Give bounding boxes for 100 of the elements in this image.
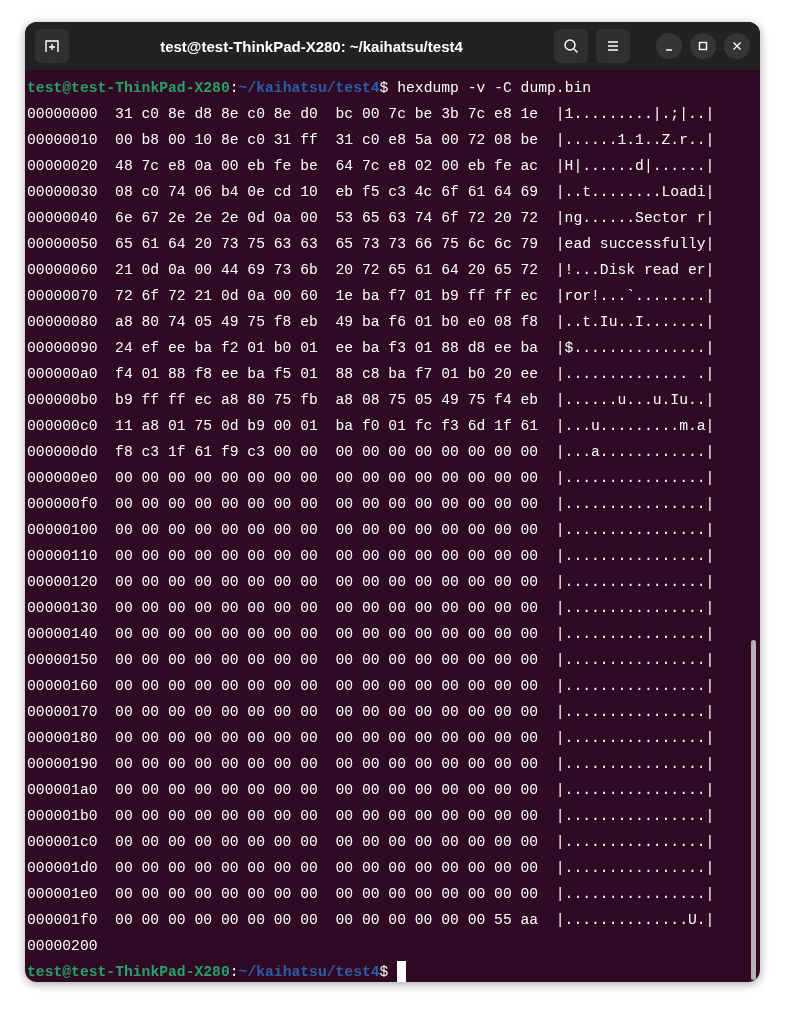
hex-offset: 00000140: [27, 625, 98, 644]
new-tab-button[interactable]: [35, 29, 69, 63]
hex-offset: 000001d0: [27, 859, 98, 878]
hex-bytes: 00 00 00 00 00 00 00 00: [335, 885, 539, 904]
ascii-column: |................|: [555, 751, 715, 777]
hex-offset: 000000a0: [27, 365, 98, 384]
hex-bytes: 00 00 00 00 00 00 00 00: [115, 469, 318, 488]
hex-bytes: ba f0 01 fc f3 6d 1f 61: [335, 417, 539, 436]
hex-bytes: 00 00 00 00 00 00 00 00: [115, 651, 318, 670]
hex-bytes: 6e 67 2e 2e 2e 0d 0a 00: [115, 209, 318, 228]
prompt-symbol: $: [379, 79, 389, 98]
hex-offset: 00000040: [27, 209, 98, 228]
hex-bytes: 08 c0 74 06 b4 0e cd 10: [115, 183, 318, 202]
hex-bytes: 00 00 00 00 00 00 00 00: [115, 547, 318, 566]
hex-bytes: 00 00 00 00 00 00 00 00: [115, 703, 318, 722]
hex-offset: 00000190: [27, 755, 98, 774]
ascii-column: |ror!...`........|: [555, 283, 715, 309]
ascii-column: |H|......d|......|: [555, 153, 715, 179]
prompt-symbol: $: [379, 963, 389, 982]
hex-bytes: 00 00 00 00 00 00 00 00: [115, 859, 318, 878]
window-title: test@test-ThinkPad-X280: ~/kaihatsu/test4: [159, 37, 464, 55]
scrollbar[interactable]: [751, 640, 756, 980]
hex-offset: 00000050: [27, 235, 98, 254]
ascii-column: |...u.........m.a|: [555, 413, 715, 439]
hex-bytes: 00 00 00 00 00 00 00 00: [335, 703, 539, 722]
hex-bytes: 00 00 00 00 00 00 00 00: [115, 807, 318, 826]
hex-bytes: bc 00 7c be 3b 7c e8 1e: [335, 105, 539, 124]
hex-bytes: 00 00 00 00 00 00 00 00: [115, 755, 318, 774]
hex-bytes: 21 0d 0a 00 44 69 73 6b: [115, 261, 318, 280]
hex-offset: 000001b0: [27, 807, 98, 826]
hex-bytes: 00 00 00 00 00 00 00 00: [335, 755, 539, 774]
hex-bytes: a8 80 74 05 49 75 f8 eb: [115, 313, 318, 332]
hex-offset: 00000030: [27, 183, 98, 202]
hex-bytes: 00 00 00 00 00 00 00 00: [115, 625, 318, 644]
maximize-button[interactable]: [690, 33, 716, 59]
hex-offset: 00000180: [27, 729, 98, 748]
hex-offset: 00000010: [27, 131, 98, 150]
hex-bytes: 48 7c e8 0a 00 eb fe be: [115, 157, 318, 176]
ascii-column: |................|: [555, 673, 715, 699]
hex-bytes: 00 00 00 00 00 00 00 00: [335, 859, 539, 878]
ascii-column: |................|: [555, 517, 715, 543]
hex-bytes: 00 00 00 00 00 00 00 00: [115, 521, 318, 540]
prompt-user-host: test@test-ThinkPad-X280: [27, 963, 230, 982]
hex-bytes: ee ba f3 01 88 d8 ee ba: [335, 339, 539, 358]
hex-offset: 00000160: [27, 677, 98, 696]
minimize-icon: [665, 49, 673, 51]
hex-offset: 000000f0: [27, 495, 98, 514]
hex-bytes: 00 00 00 00 00 00 00 00: [115, 677, 318, 696]
output-text: 00000200: [27, 937, 98, 956]
prompt-path: ~/kaihatsu/test4: [238, 963, 380, 982]
ascii-column: |......1.1..Z.r..|: [555, 127, 715, 153]
hex-bytes: 00 00 00 00 00 00 00 00: [115, 599, 318, 618]
ascii-column: |................|: [555, 777, 715, 803]
hex-bytes: 00 00 00 00 00 00 00 00: [335, 469, 539, 488]
ascii-column: |................|: [555, 621, 715, 647]
ascii-column: |................|: [555, 699, 715, 725]
hex-bytes: 00 00 00 00 00 00 00 00: [115, 885, 318, 904]
hex-bytes: f8 c3 1f 61 f9 c3 00 00: [115, 443, 318, 462]
hex-bytes: 00 00 00 00 00 00 00 00: [335, 495, 539, 514]
ascii-column: |..t........Loadi|: [555, 179, 715, 205]
hex-bytes: 65 61 64 20 73 75 63 63: [115, 235, 318, 254]
ascii-column: |.............. .|: [555, 361, 715, 387]
menu-button[interactable]: [596, 29, 630, 63]
hex-bytes: 20 72 65 61 64 20 65 72: [335, 261, 539, 280]
hex-bytes: 53 65 63 74 6f 72 20 72: [335, 209, 539, 228]
hex-offset: 00000130: [27, 599, 98, 618]
hex-bytes: 00 00 00 00 00 00 00 00: [115, 573, 318, 592]
command-text: hexdump -v -C dump.bin: [397, 79, 592, 98]
hex-bytes: 00 00 00 00 00 00 00 00: [115, 833, 318, 852]
search-button[interactable]: [554, 29, 588, 63]
search-icon: [563, 38, 579, 54]
ascii-column: |................|: [555, 595, 715, 621]
ascii-column: |......u...u.Iu..|: [555, 387, 715, 413]
hex-offset: 000001f0: [27, 911, 98, 930]
ascii-column: |................|: [555, 803, 715, 829]
ascii-column: |................|: [555, 829, 715, 855]
ascii-column: |..t.Iu..I.......|: [555, 309, 715, 335]
ascii-column: |$...............|: [555, 335, 715, 361]
ascii-column: |................|: [555, 465, 715, 491]
new-tab-icon: [44, 38, 60, 54]
hex-bytes: 00 b8 00 10 8e c0 31 ff: [115, 131, 318, 150]
hex-bytes: eb f5 c3 4c 6f 61 64 69: [335, 183, 539, 202]
prompt-separator: :: [229, 79, 239, 98]
prompt-path: ~/kaihatsu/test4: [238, 79, 380, 98]
hex-offset: 00000110: [27, 547, 98, 566]
hex-bytes: 00 00 00 00 00 00 00 00: [335, 599, 539, 618]
ascii-column: |................|: [555, 491, 715, 517]
hex-offset: 000001c0: [27, 833, 98, 852]
hex-offset: 00000170: [27, 703, 98, 722]
hex-offset: 000000c0: [27, 417, 98, 436]
ascii-column: |ng......Sector r|: [555, 205, 715, 231]
hex-offset: 00000080: [27, 313, 98, 332]
hex-offset: 00000060: [27, 261, 98, 280]
close-button[interactable]: [724, 33, 750, 59]
hex-bytes: f4 01 88 f8 ee ba f5 01: [115, 365, 318, 384]
hex-bytes: 31 c0 e8 5a 00 72 08 be: [335, 131, 539, 150]
hex-bytes: 11 a8 01 75 0d b9 00 01: [115, 417, 318, 436]
hex-bytes: 88 c8 ba f7 01 b0 20 ee: [335, 365, 539, 384]
ascii-column: |...a............|: [555, 439, 715, 465]
ascii-column: |................|: [555, 647, 715, 673]
